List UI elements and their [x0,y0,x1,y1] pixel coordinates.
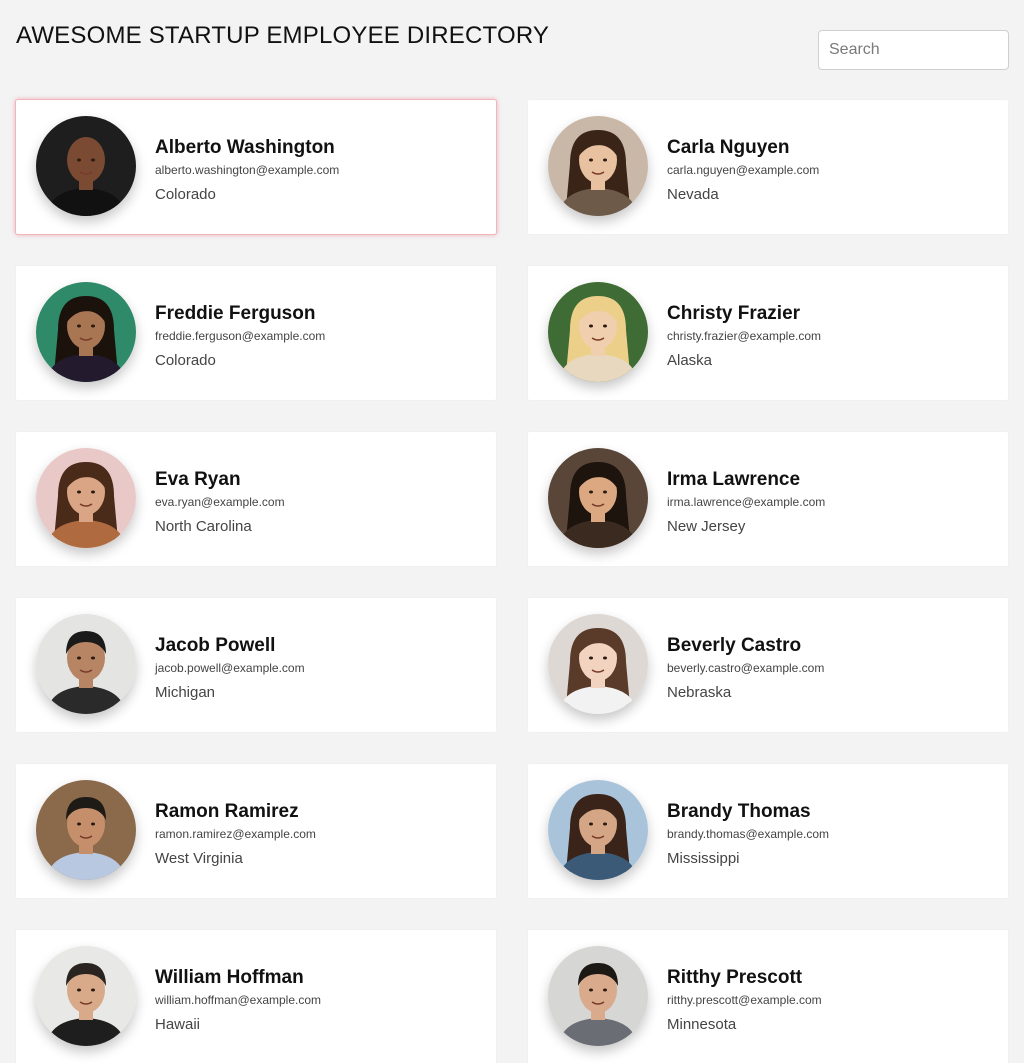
employee-name: Eva Ryan [155,469,241,490]
employee-location: North Carolina [155,518,252,535]
employee-card[interactable]: Irma Lawrence irma.lawrence@example.com Ne… [527,431,1009,567]
employee-location: Nevada [667,186,719,203]
employee-info: Jacob Powell jacob.powell@example.com Mich… [155,634,305,702]
avatar [548,780,648,880]
employee-card[interactable]: Jacob Powell jacob.powell@example.com Mich… [15,597,497,733]
employee-card[interactable]: Beverly Castro beverly.castro@example.com… [527,597,1009,733]
employee-email: irma.lawrence@example.com [667,495,826,509]
employee-location: Minnesota [667,1016,737,1033]
employee-card[interactable]: Ramon Ramirez ramon.ramirez@example.com We… [15,763,497,899]
employee-name: William Hoffman [155,967,304,988]
employee-email: ramon.ramirez@example.com [155,827,316,841]
employee-card[interactable]: Alberto Washington alberto.washington@exa… [15,99,497,235]
employee-email: jacob.powell@example.com [155,661,305,675]
avatar [548,946,648,1046]
employee-name: Carla Nguyen [667,137,790,158]
employee-location: Colorado [155,352,216,369]
employee-location: Colorado [155,186,216,203]
avatar [36,282,136,382]
employee-card[interactable]: Christy Frazier christy.frazier@example.c… [527,265,1009,401]
employee-info: Alberto Washington alberto.washington@exa… [155,136,339,204]
employee-name: Ramon Ramirez [155,801,299,822]
header: AWESOME STARTUP EMPLOYEE DIRECTORY [0,0,1024,90]
employee-card[interactable]: Ritthy Prescott ritthy.prescott@example.c… [527,929,1009,1063]
employee-email: christy.frazier@example.com [667,329,821,343]
employee-info: Beverly Castro beverly.castro@example.com… [667,634,824,702]
employee-info: William Hoffman william.hoffman@example.c… [155,966,321,1034]
employee-location: Mississippi [667,850,740,867]
avatar [548,614,648,714]
employee-email: beverly.castro@example.com [667,661,825,675]
employee-email: ritthy.prescott@example.com [667,993,822,1007]
avatar [548,116,648,216]
employee-email: william.hoffman@example.com [155,993,322,1007]
avatar [36,780,136,880]
employee-name: Jacob Powell [155,635,276,656]
employee-name: Freddie Ferguson [155,303,316,324]
employee-email: freddie.ferguson@example.com [155,329,326,343]
employee-name: Irma Lawrence [667,469,801,490]
employee-location: Michigan [155,684,216,701]
employee-name: Beverly Castro [667,635,802,656]
employee-name: Alberto Washington [155,137,335,158]
employee-info: Christy Frazier christy.frazier@example.c… [667,302,821,370]
employee-name: Christy Frazier [667,303,801,324]
employee-location: Hawaii [155,1016,201,1033]
employee-name: Ritthy Prescott [667,967,803,988]
employee-location: Nebraska [667,684,732,701]
employee-location: West Virginia [155,850,243,867]
page-title: AWESOME STARTUP EMPLOYEE DIRECTORY [16,22,550,49]
avatar [36,116,136,216]
employee-grid: Alberto Washington alberto.washington@exa… [15,99,1009,1063]
employee-location: Alaska [667,352,713,369]
avatar [548,448,648,548]
employee-card[interactable]: William Hoffman william.hoffman@example.c… [15,929,497,1063]
employee-info: Ramon Ramirez ramon.ramirez@example.com We… [155,800,316,868]
employee-info: Carla Nguyen carla.nguyen@example.com Neva… [667,136,819,204]
employee-location: New Jersey [667,518,746,535]
employee-info: Brandy Thomas brandy.thomas@example.com Mi… [667,800,829,868]
avatar [548,282,648,382]
employee-card[interactable]: Freddie Ferguson freddie.ferguson@example… [15,265,497,401]
employee-info: Freddie Ferguson freddie.ferguson@example… [155,302,325,370]
employee-email: alberto.washington@example.com [155,163,340,177]
employee-name: Brandy Thomas [667,801,811,822]
employee-info: Ritthy Prescott ritthy.prescott@example.c… [667,966,822,1034]
avatar [36,448,136,548]
employee-card[interactable]: Eva Ryan eva.ryan@example.com North Caroli… [15,431,497,567]
search-input[interactable] [818,30,1009,70]
avatar [36,614,136,714]
employee-card[interactable]: Brandy Thomas brandy.thomas@example.com Mi… [527,763,1009,899]
employee-info: Eva Ryan eva.ryan@example.com North Caroli… [155,468,285,536]
avatar [36,946,136,1046]
employee-info: Irma Lawrence irma.lawrence@example.com Ne… [667,468,825,536]
employee-email: carla.nguyen@example.com [667,163,820,177]
employee-card[interactable]: Carla Nguyen carla.nguyen@example.com Neva… [527,99,1009,235]
employee-email: eva.ryan@example.com [155,495,285,509]
employee-email: brandy.thomas@example.com [667,827,830,841]
